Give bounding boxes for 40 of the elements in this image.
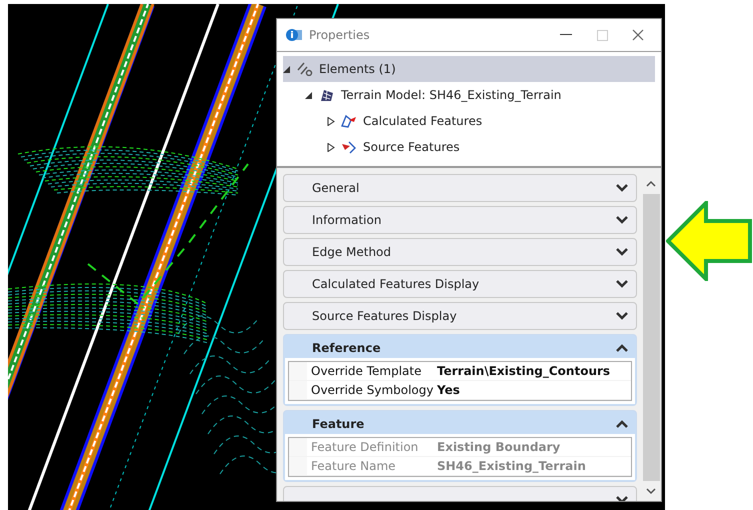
expand-triangle-icon[interactable] (327, 116, 335, 126)
scroll-up-icon[interactable] (646, 180, 656, 188)
chevron-down-icon (616, 216, 628, 224)
section-header[interactable]: Reference (284, 335, 636, 361)
property-value: SH46_Existing_Terrain (436, 458, 587, 475)
terrain-model-icon (319, 88, 335, 102)
scrollbar-thumb[interactable] (642, 194, 660, 481)
chevron-up-icon (616, 420, 628, 428)
minimize-icon (560, 34, 572, 36)
property-value[interactable]: Yes (433, 381, 631, 399)
section-header[interactable]: General (284, 175, 636, 201)
chevron-down-icon (616, 184, 628, 192)
property-value[interactable]: Terrain\Existing_Contours (433, 362, 631, 380)
chevron-down-icon (616, 312, 628, 320)
tree-item[interactable]: Calculated Features (283, 108, 655, 134)
section-header[interactable]: Edge Method (284, 239, 636, 265)
chevron-down-icon (616, 248, 628, 256)
chevron-down-icon (616, 280, 628, 288)
tree-item[interactable]: Terrain Model: SH46_Existing_Terrain (283, 82, 655, 108)
scroll-down-icon[interactable] (646, 487, 656, 495)
properties-icon (285, 28, 303, 42)
maximize-icon (596, 30, 608, 40)
property-name: Override Symbology (289, 381, 433, 399)
window-title: Properties (309, 28, 371, 42)
property-value: Existing Boundary (436, 439, 562, 456)
tree-item[interactable]: Elements (1) (283, 56, 655, 82)
collapse-triangle-icon[interactable] (283, 64, 291, 74)
section-header[interactable]: Source Features Display (284, 303, 636, 329)
elements-icon (297, 62, 313, 76)
source-features-icon (341, 140, 357, 154)
close-icon (632, 29, 644, 41)
calculated-features-icon (341, 114, 357, 128)
chevron-up-icon (616, 344, 628, 352)
expand-triangle-icon[interactable] (327, 142, 335, 152)
arrow-icon (666, 201, 752, 281)
section-header[interactable]: Calculated Features Display (284, 271, 636, 297)
tree-item[interactable]: Source Features (283, 134, 655, 160)
collapse-triangle-icon[interactable] (305, 90, 313, 100)
section-header[interactable]: Information (284, 207, 636, 233)
section-header[interactable]: Feature (284, 411, 636, 437)
